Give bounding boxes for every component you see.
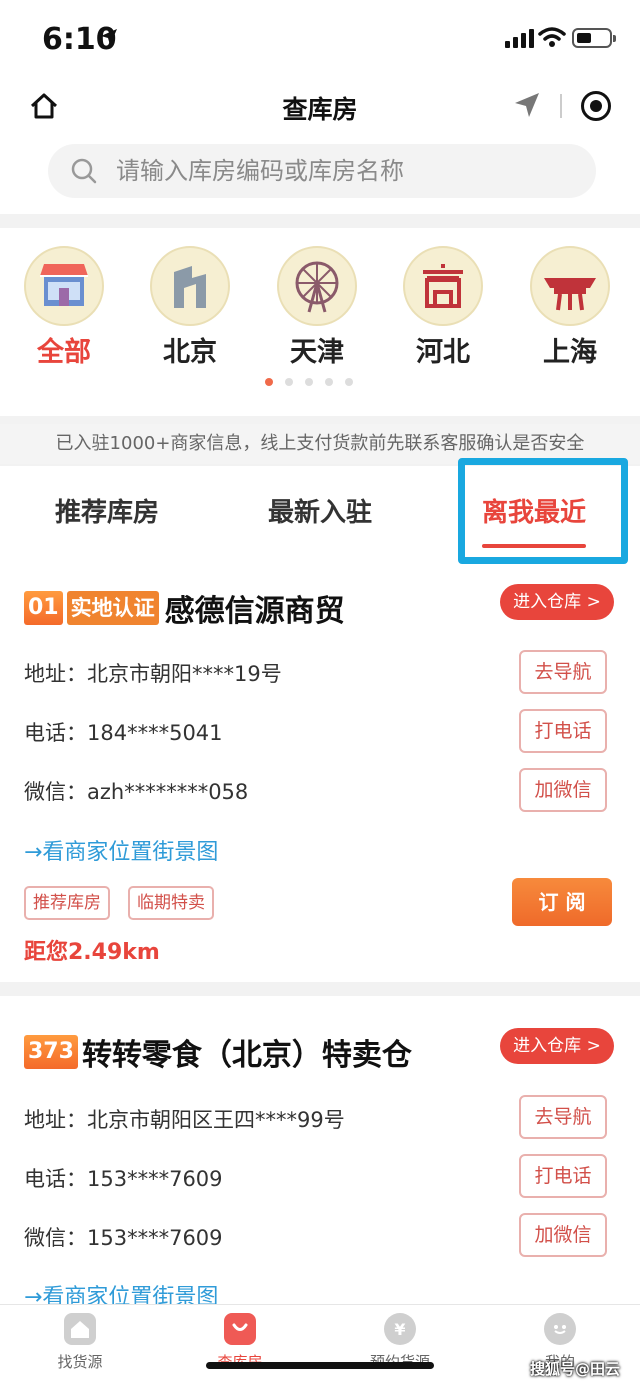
tab-newest[interactable]: 最新入驻 bbox=[268, 492, 372, 529]
add-wechat-button[interactable]: 加微信 bbox=[519, 1213, 607, 1257]
streetview-link[interactable]: →看商家位置街景图 bbox=[24, 834, 218, 866]
battery-icon bbox=[572, 28, 616, 48]
store-distance: 距您2.49km bbox=[24, 940, 160, 965]
hebei-gate-icon bbox=[403, 246, 483, 326]
home-button[interactable] bbox=[26, 88, 62, 124]
category-tianjin[interactable]: 天津 bbox=[267, 246, 367, 369]
store-icon bbox=[24, 246, 104, 326]
rank-badge: 373 bbox=[24, 1035, 78, 1069]
tab-recommended[interactable]: 推荐库房 bbox=[55, 492, 159, 529]
navigate-button[interactable]: 去导航 bbox=[519, 650, 607, 694]
store-phone: 电话：153****7609 bbox=[24, 1167, 223, 1191]
shanghai-pavilion-icon bbox=[530, 246, 610, 326]
store-title-row: 01 实地认证 感德信源商贸 bbox=[24, 586, 345, 630]
category-label: 北京 bbox=[163, 337, 217, 368]
home-indicator bbox=[206, 1362, 434, 1369]
tabbar-find-goods[interactable]: 找货源 bbox=[20, 1313, 140, 1372]
nav-bar: 查库房 bbox=[0, 76, 640, 136]
status-bar: 6:10 bbox=[0, 0, 640, 76]
store-name[interactable]: 感德信源商贸 bbox=[165, 586, 345, 630]
category-label: 河北 bbox=[416, 337, 470, 368]
subscribe-button[interactable]: 订 阅 bbox=[512, 878, 612, 926]
wifi-icon bbox=[538, 27, 566, 47]
category-label: 上海 bbox=[543, 337, 597, 368]
category-hebei[interactable]: 河北 bbox=[393, 246, 493, 369]
home-outline-icon bbox=[30, 93, 58, 119]
store-address: 地址：北京市朝阳****19号 bbox=[24, 662, 282, 686]
nav-divider bbox=[560, 94, 562, 118]
category-beijing[interactable]: 北京 bbox=[140, 246, 240, 369]
enter-warehouse-button[interactable]: 进入仓库 > bbox=[500, 1028, 614, 1064]
signal-icon bbox=[505, 28, 534, 48]
add-wechat-button[interactable]: 加微信 bbox=[519, 768, 607, 812]
bag-icon bbox=[224, 1313, 256, 1345]
miniprogram-close-icon[interactable] bbox=[581, 91, 611, 121]
search-input[interactable] bbox=[116, 157, 556, 185]
yuan-icon: ¥ bbox=[384, 1313, 416, 1345]
store-tag: 临期特卖 bbox=[128, 886, 214, 920]
watermark: 搜狐号@田云 bbox=[530, 1360, 621, 1378]
store-tag: 推荐库房 bbox=[24, 886, 110, 920]
search-icon bbox=[71, 158, 97, 184]
rank-badge: 01 bbox=[24, 591, 63, 625]
store-card: 01 实地认证 感德信源商贸 进入仓库 > 地址：北京市朝阳****19号 去导… bbox=[0, 566, 640, 982]
store-wechat: 微信：azh********058 bbox=[24, 780, 249, 804]
category-section: 全部 北京 天津 河北 上海 bbox=[0, 228, 640, 416]
page-title: 查库房 bbox=[282, 95, 358, 124]
call-button[interactable]: 打电话 bbox=[519, 1154, 607, 1198]
store-address: 地址：北京市朝阳区王四****99号 bbox=[24, 1108, 345, 1132]
call-button[interactable]: 打电话 bbox=[519, 709, 607, 753]
profile-icon bbox=[544, 1313, 576, 1345]
store-wechat: 微信：153****7609 bbox=[24, 1226, 223, 1250]
category-all[interactable]: 全部 bbox=[14, 246, 114, 369]
store-name[interactable]: 转转零食（北京）特卖仓 bbox=[82, 1030, 412, 1074]
location-arrow-icon bbox=[101, 29, 117, 45]
store-title-row: 373 转转零食（北京）特卖仓 bbox=[24, 1030, 412, 1074]
search-area bbox=[0, 136, 640, 214]
carousel-dots bbox=[265, 378, 353, 386]
search-box[interactable] bbox=[48, 144, 596, 198]
location-icon[interactable] bbox=[512, 90, 542, 120]
home-icon bbox=[64, 1313, 96, 1345]
store-card: 373 转转零食（北京）特卖仓 进入仓库 > 地址：北京市朝阳区王四****99… bbox=[0, 996, 640, 1310]
category-label: 天津 bbox=[290, 337, 344, 368]
ferris-wheel-icon bbox=[277, 246, 357, 326]
annotation-highlight-box bbox=[458, 458, 628, 564]
navigate-button[interactable]: 去导航 bbox=[519, 1095, 607, 1139]
beijing-cctv-icon bbox=[150, 246, 230, 326]
verified-badge: 实地认证 bbox=[66, 591, 159, 625]
category-shanghai[interactable]: 上海 bbox=[520, 246, 620, 369]
tabbar-label: 找货源 bbox=[57, 1353, 103, 1371]
enter-warehouse-button[interactable]: 进入仓库 > bbox=[500, 584, 614, 620]
store-phone: 电话：184****5041 bbox=[24, 721, 223, 745]
category-label: 全部 bbox=[37, 337, 91, 368]
